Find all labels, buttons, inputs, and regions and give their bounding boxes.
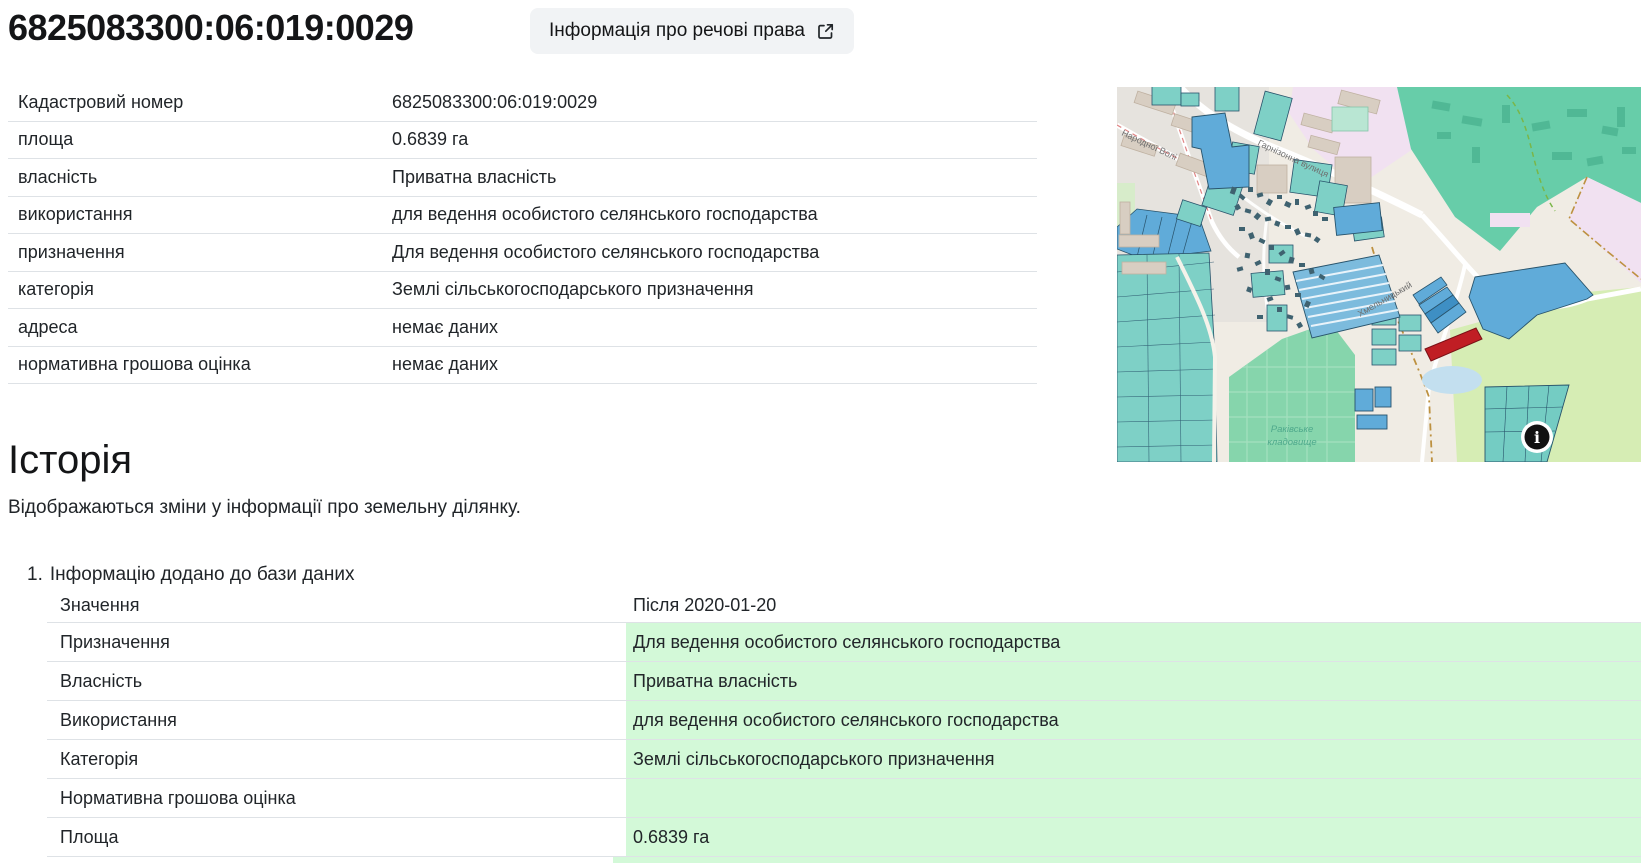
row-value: Для ведення особистого селянського госпо… xyxy=(392,242,1037,263)
row-value: немає даних xyxy=(392,354,1037,375)
parcel-info-table: Кадастровий номер 6825083300:06:019:0029… xyxy=(8,84,1037,384)
history-row: Власність Приватна власність xyxy=(47,662,1641,701)
row-label: Нормативна грошова оцінка xyxy=(47,779,626,817)
row-label: Площа xyxy=(47,818,626,856)
property-rights-button[interactable]: Інформація про речові права xyxy=(530,8,854,54)
row-label: Категорія xyxy=(47,740,626,778)
history-heading: Історія xyxy=(8,436,132,484)
table-row: власність Приватна власність xyxy=(8,159,1037,197)
row-label: використання xyxy=(8,204,392,225)
row-value: 0.6839 га xyxy=(626,818,1641,856)
cadastral-parcel-page: 6825083300:06:019:0029 Інформація про ре… xyxy=(0,0,1641,863)
row-value: для ведення особистого селянського госпо… xyxy=(392,204,1037,225)
row-label: Призначення xyxy=(47,623,626,661)
external-link-icon xyxy=(816,22,835,41)
table-row: нормативна грошова оцінка немає даних xyxy=(8,347,1037,385)
row-label: Використання xyxy=(47,701,626,739)
row-label: категорія xyxy=(8,279,392,300)
property-rights-button-label: Інформація про речові права xyxy=(549,20,805,42)
row-value: Землі сільськогосподарського призначення xyxy=(392,279,1037,300)
row-label: площа xyxy=(8,129,392,150)
row-label: призначення xyxy=(8,242,392,263)
history-row: Категорія Землі сільськогосподарського п… xyxy=(47,740,1641,779)
entry-title-text: Інформацію додано до бази даних xyxy=(50,564,355,585)
row-value: 0.6839 га xyxy=(392,129,1037,150)
history-header-row: Значення Після 2020-01-20 xyxy=(47,588,1641,623)
history-row: Призначення Для ведення особистого селян… xyxy=(47,623,1641,662)
row-label: Власність xyxy=(47,662,626,700)
row-label: власність xyxy=(8,167,392,188)
table-row: Кадастровий номер 6825083300:06:019:0029 xyxy=(8,84,1037,122)
row-value: Землі сільськогосподарського призначення xyxy=(626,740,1641,778)
page-title: 6825083300:06:019:0029 xyxy=(8,6,413,50)
history-row: Використання для ведення особистого селя… xyxy=(47,701,1641,740)
history-row-partial xyxy=(47,857,1641,863)
entry-number: 1. xyxy=(27,564,43,585)
row-label: Кадастровий номер xyxy=(8,92,392,113)
history-value-header: Після 2020-01-20 xyxy=(626,595,1641,616)
row-value: Для ведення особистого селянського госпо… xyxy=(626,623,1641,661)
table-row: використання для ведення особистого селя… xyxy=(8,197,1037,235)
row-value: для ведення особистого селянського госпо… xyxy=(626,701,1641,739)
row-value: 6825083300:06:019:0029 xyxy=(392,92,1037,113)
row-value xyxy=(626,779,1641,817)
table-row: адреса немає даних xyxy=(8,309,1037,347)
row-value: Приватна власність xyxy=(626,662,1641,700)
history-row: Площа 0.6839 га xyxy=(47,818,1641,857)
table-row: площа 0.6839 га xyxy=(8,122,1037,160)
map-info-button[interactable]: i xyxy=(1521,421,1553,453)
row-value: Приватна власність xyxy=(392,167,1037,188)
svg-text:Раківське: Раківське xyxy=(1271,424,1313,435)
table-row: призначення Для ведення особистого селян… xyxy=(8,234,1037,272)
info-icon: i xyxy=(1534,428,1540,447)
svg-text:кладовище: кладовище xyxy=(1267,437,1316,448)
table-row: категорія Землі сільськогосподарського п… xyxy=(8,272,1037,310)
cadastral-map[interactable]: Гарнізонна вулиця Народної Волі Хмельниц… xyxy=(1117,87,1641,462)
history-entry-title: 1. Інформацію додано до бази даних xyxy=(27,564,354,586)
row-label: нормативна грошова оцінка xyxy=(8,354,392,375)
row-label: адреса xyxy=(8,317,392,338)
row-value: немає даних xyxy=(392,317,1037,338)
history-param-header: Значення xyxy=(47,595,626,616)
history-row: Нормативна грошова оцінка xyxy=(47,779,1641,818)
history-description: Відображаються зміни у інформації про зе… xyxy=(8,497,521,519)
history-table: Значення Після 2020-01-20 Призначення Дл… xyxy=(47,588,1641,863)
